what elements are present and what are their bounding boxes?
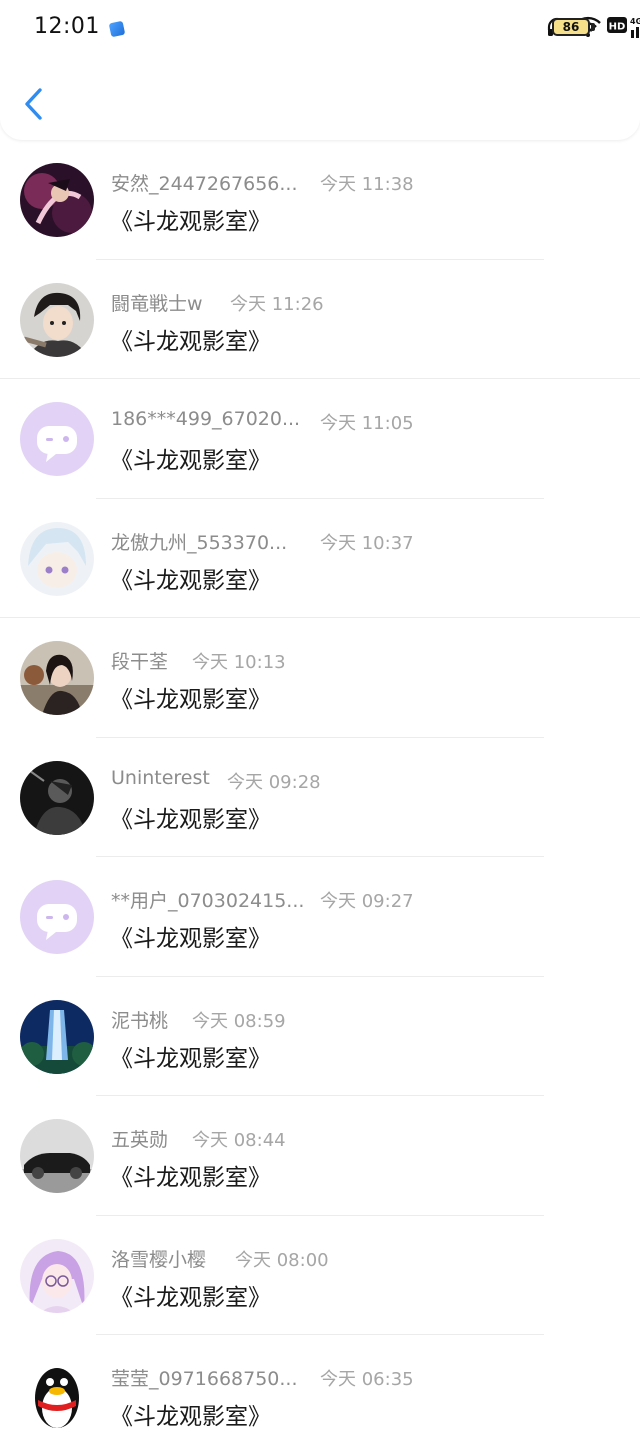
message-time: 今天 06:35: [320, 1369, 414, 1390]
message-time: 今天 09:28: [227, 771, 321, 793]
sender-name: 泥书桃: [111, 1009, 169, 1032]
message-time: 今天 08:00: [235, 1249, 329, 1271]
avatar[interactable]: [20, 999, 94, 1074]
svg-text:4G: 4G: [630, 17, 640, 26]
sender-name: 洛雪樱小樱: [111, 1248, 207, 1271]
message-list: 安然_2447267656... 今天 11:38 《斗龙观影室》 闘竜戦士w …: [0, 140, 640, 1455]
back-button[interactable]: [18, 82, 54, 126]
message-text: 《斗龙观影室》: [110, 1045, 271, 1072]
status-bar: 12:01 HD 4G 86: [0, 0, 640, 56]
list-item[interactable]: 龙傲九州_553370... 今天 10:37 《斗龙观影室》: [0, 499, 640, 618]
avatar[interactable]: [20, 163, 94, 237]
list-item[interactable]: 莹莹_0971668750... 今天 06:35 《斗龙观影室》: [0, 1335, 640, 1455]
sender-name: 闘竜戦士w: [111, 292, 203, 315]
list-item[interactable]: Uninterest 今天 09:28 《斗龙观影室》: [0, 738, 640, 857]
message-time: 今天 08:59: [192, 1010, 286, 1032]
sender-name: **用户_070302415...: [111, 890, 305, 912]
status-time: 12:01: [34, 14, 100, 39]
message-time: 今天 10:37: [320, 532, 414, 554]
list-item[interactable]: 泥书桃 今天 08:59 《斗龙观影室》: [0, 977, 640, 1096]
message-text: 《斗龙观影室》: [110, 1404, 271, 1430]
chevron-left-icon: [25, 88, 42, 120]
sender-name: 莹莹_0971668750...: [111, 1368, 298, 1390]
sender-name: 龙傲九州_553370...: [111, 531, 288, 554]
message-text: 《斗龙观影室》: [110, 448, 271, 474]
sender-name: 186***499_67020...: [111, 408, 301, 430]
avatar[interactable]: [20, 760, 94, 835]
list-item[interactable]: 安然_2447267656... 今天 11:38 《斗龙观影室》: [0, 140, 640, 260]
sender-name: 安然_2447267656...: [111, 173, 298, 195]
avatar[interactable]: [20, 1358, 94, 1432]
sender-name: Uninterest: [111, 766, 210, 789]
battery-tip: [591, 23, 595, 31]
avatar[interactable]: [20, 880, 94, 954]
svg-text:HD: HD: [609, 22, 626, 33]
message-time: 今天 11:05: [320, 413, 414, 434]
avatar[interactable]: [20, 1119, 94, 1193]
message-time: 今天 11:38: [320, 174, 414, 195]
list-item[interactable]: 洛雪樱小樱 今天 08:00 《斗龙观影室》: [0, 1216, 640, 1335]
message-text: 《斗龙观影室》: [110, 328, 271, 355]
message-text: 《斗龙观影室》: [110, 567, 271, 594]
message-time: 今天 08:44: [192, 1130, 286, 1151]
avatar[interactable]: [20, 402, 94, 476]
app-notification-icon: [108, 20, 126, 38]
sender-name: 段干荃: [111, 651, 169, 673]
avatar[interactable]: [20, 641, 94, 715]
message-time: 今天 11:26: [230, 293, 324, 315]
avatar[interactable]: [20, 282, 94, 357]
hd-icon: HD: [607, 17, 627, 33]
list-item[interactable]: **用户_070302415... 今天 09:27 《斗龙观影室》: [0, 857, 640, 977]
message-text: 《斗龙观影室》: [110, 687, 271, 713]
avatar[interactable]: [20, 1238, 94, 1313]
sender-name: 五英勋: [111, 1129, 169, 1151]
message-text: 《斗龙观影室》: [110, 1284, 271, 1311]
signal-4g-icon: 4G: [630, 17, 640, 38]
message-time: 今天 10:13: [192, 652, 286, 673]
top-bar: 12:01 HD 4G 86: [0, 0, 640, 140]
message-text: 《斗龙观影室》: [110, 1165, 271, 1191]
list-item[interactable]: 五英勋 今天 08:44 《斗龙观影室》: [0, 1096, 640, 1216]
list-item[interactable]: 闘竜戦士w 今天 11:26 《斗龙观影室》: [0, 260, 640, 379]
battery-icon: 86: [552, 18, 590, 36]
message-text: 《斗龙观影室》: [110, 209, 271, 235]
message-text: 《斗龙观影室》: [110, 926, 271, 952]
message-text: 《斗龙观影室》: [110, 806, 271, 833]
list-item[interactable]: 186***499_67020... 今天 11:05 《斗龙观影室》: [0, 379, 640, 499]
avatar[interactable]: [20, 521, 94, 596]
message-time: 今天 09:27: [320, 891, 414, 912]
list-item[interactable]: 段干荃 今天 10:13 《斗龙观影室》: [0, 618, 640, 738]
